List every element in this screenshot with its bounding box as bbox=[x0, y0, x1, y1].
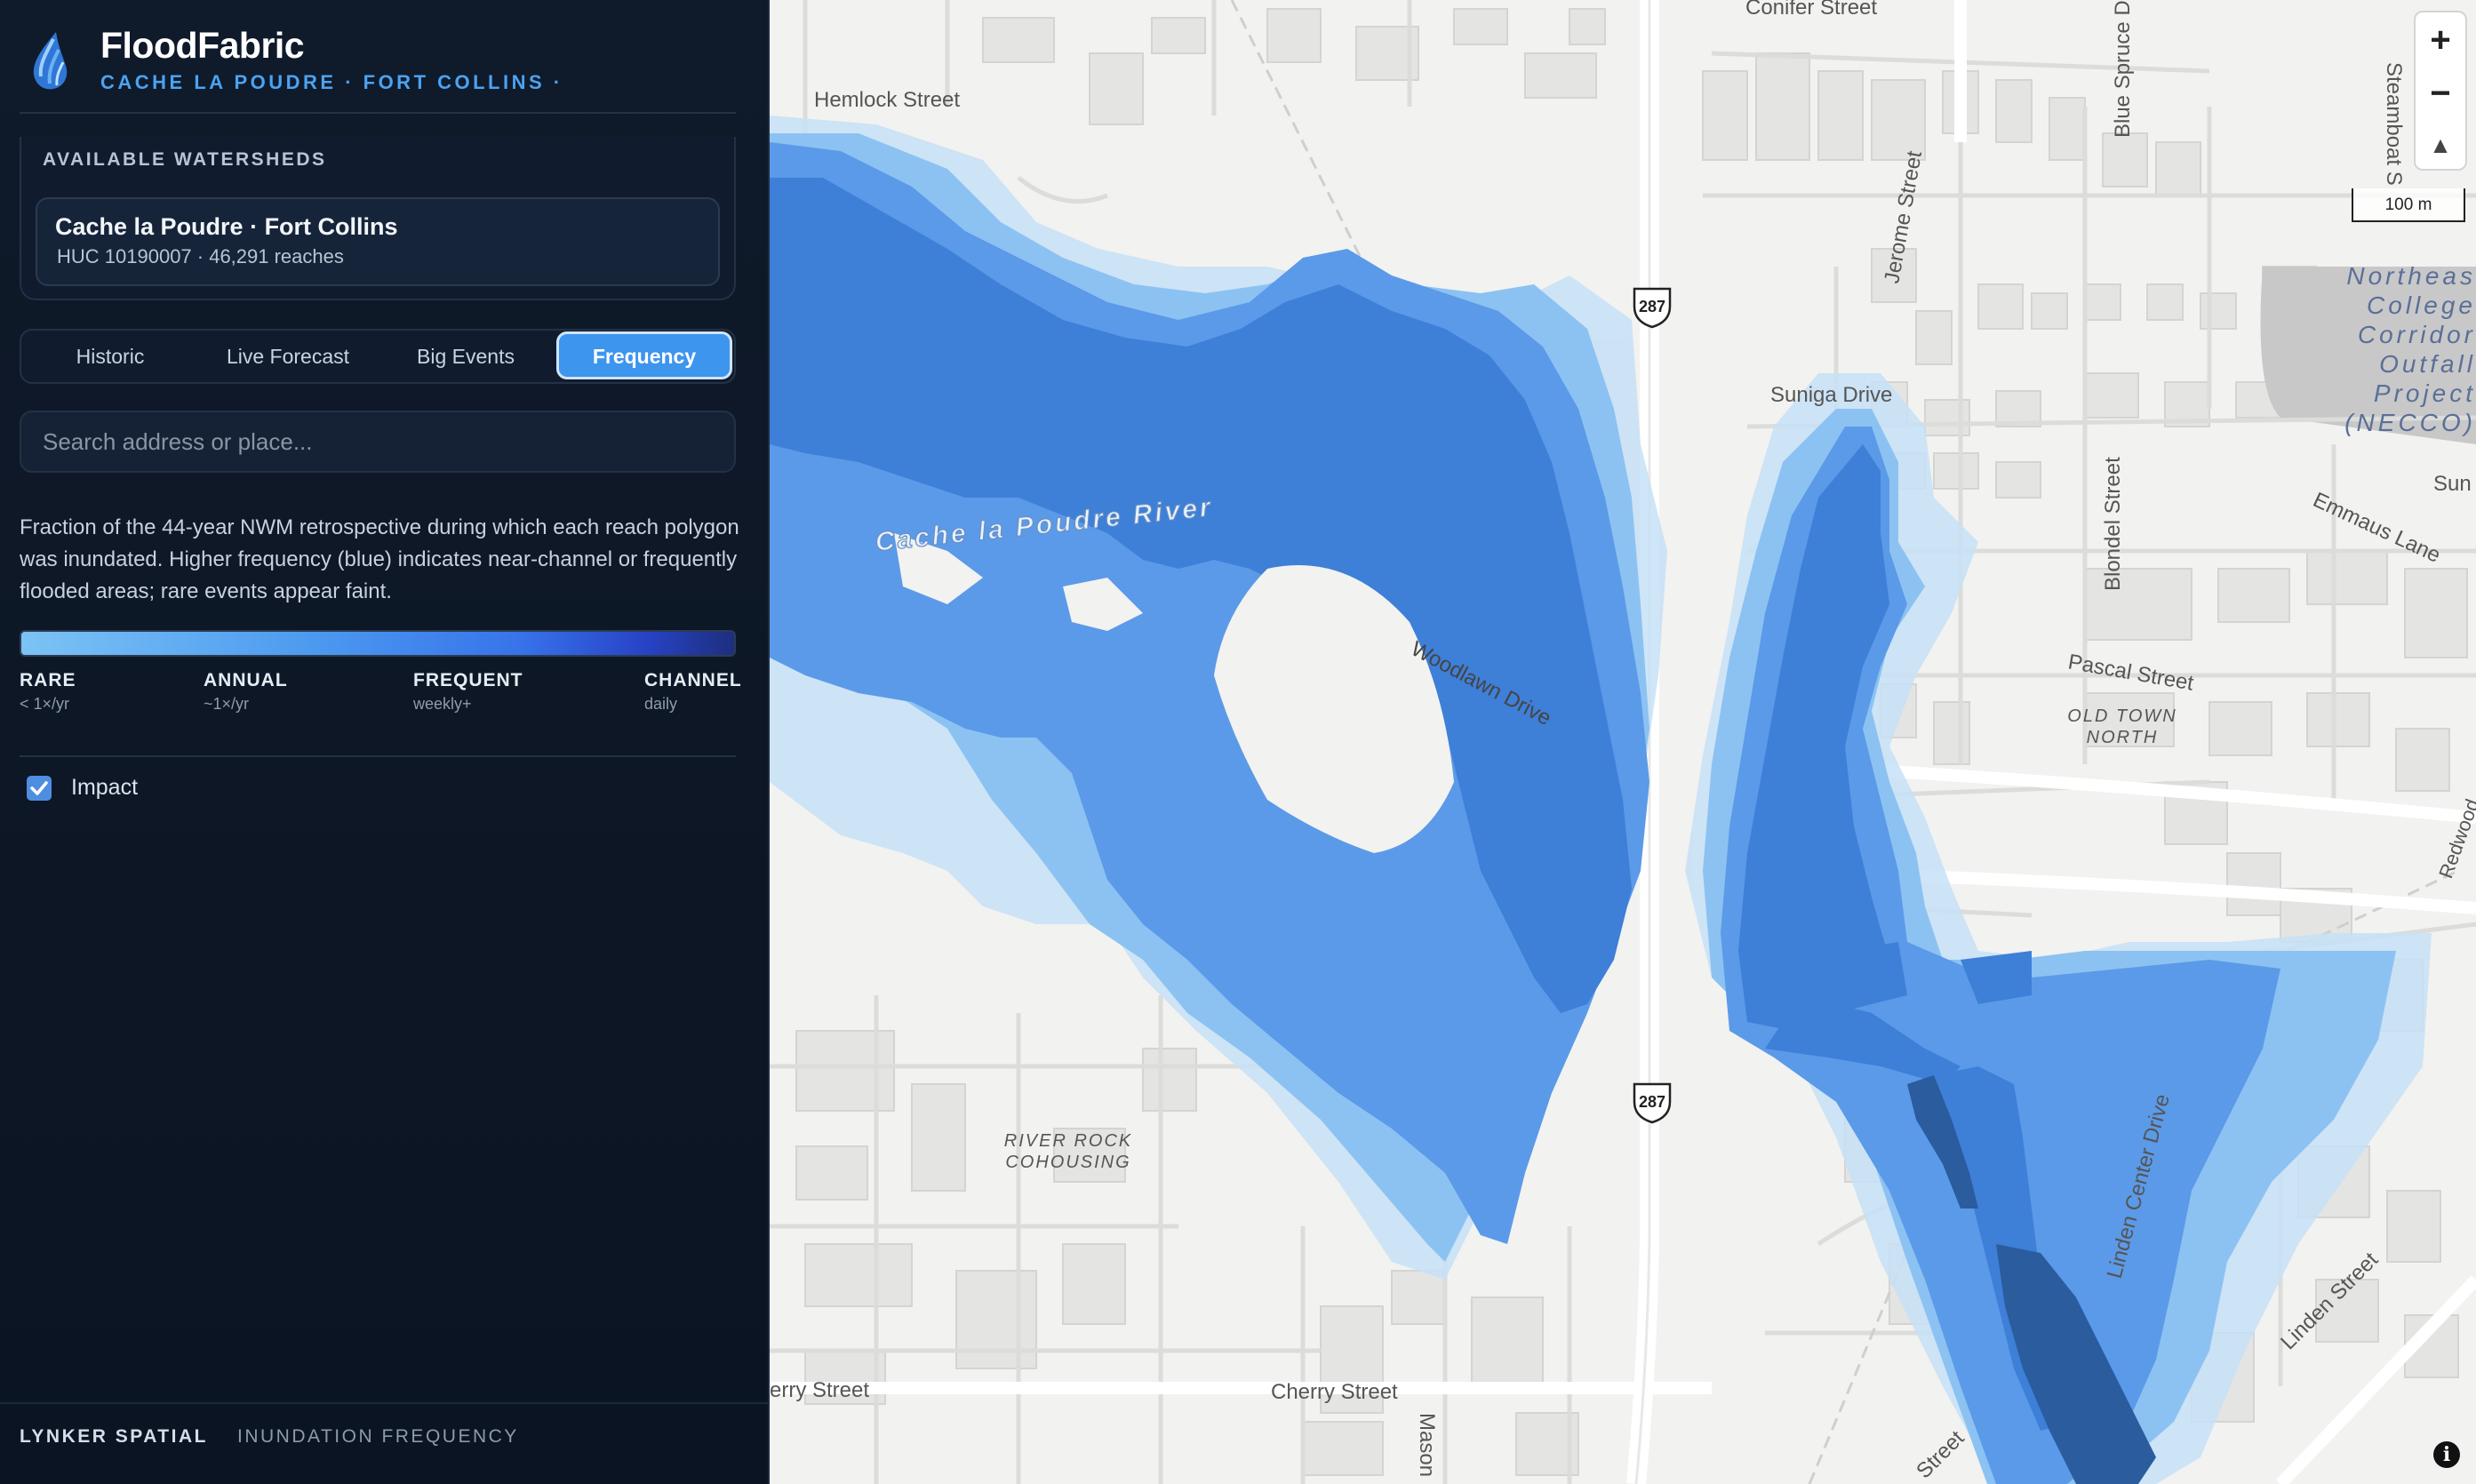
label-river-rock-2: COHOUSING bbox=[1005, 1153, 1130, 1172]
watersheds-title: AVAILABLE WATERSHEDS bbox=[43, 149, 327, 170]
watershed-name: Cache la Poudre · Fort Collins bbox=[55, 213, 398, 240]
footer-divider bbox=[0, 1402, 770, 1404]
label-hemlock-street: Hemlock Street bbox=[814, 88, 960, 112]
us-287-shield-south: 287 bbox=[1633, 1082, 1672, 1124]
label-conifer-street: Conifer Street bbox=[1745, 0, 1877, 20]
legend-label-frequent: FREQUENT bbox=[413, 670, 523, 690]
label-sun: Sun bbox=[2433, 472, 2472, 496]
watershed-card[interactable] bbox=[36, 197, 720, 286]
app-subtitle: CACHE LA POUDRE · FORT COLLINS · bbox=[100, 71, 563, 93]
necco-line-3: Corridor bbox=[2358, 321, 2476, 348]
impact-divider bbox=[20, 755, 736, 757]
label-jerome-street: Jerome Street bbox=[1880, 149, 1927, 285]
impact-label[interactable]: Impact bbox=[71, 775, 138, 801]
tab-live-forecast[interactable]: Live Forecast bbox=[199, 331, 377, 382]
necco-line-6: (NECCO) bbox=[2344, 409, 2476, 436]
info-icon[interactable]: i bbox=[2433, 1441, 2460, 1468]
necco-line-4: Outfall bbox=[2379, 350, 2476, 378]
label-old-town-north-2: NORTH bbox=[2087, 728, 2159, 747]
legend-label-channel: CHANNEL bbox=[644, 670, 742, 690]
necco-line-1: Northeas bbox=[2346, 262, 2476, 290]
sidebar: FloodFabric CACHE LA POUDRE · FORT COLLI… bbox=[0, 0, 770, 1484]
frequency-legend-bar bbox=[20, 630, 736, 657]
map-view[interactable]: 287 287 Conifer Street Hemlock Street Bl… bbox=[770, 0, 2476, 1484]
label-cherry-left: erry Street bbox=[770, 1378, 869, 1402]
water-drop-logo-icon bbox=[33, 32, 68, 90]
zoom-in-button[interactable]: + bbox=[2416, 14, 2465, 66]
frequency-description: Fraction of the 44-year NWM retrospectiv… bbox=[20, 515, 739, 603]
tab-frequency[interactable]: Frequency bbox=[556, 331, 732, 379]
legend-sub-rare: < 1×/yr bbox=[20, 695, 70, 713]
label-cherry-street: Cherry Street bbox=[1271, 1380, 1398, 1404]
impact-checkbox[interactable] bbox=[27, 776, 52, 801]
map-scale-bar: 100 m bbox=[2352, 188, 2465, 222]
app-title: FloodFabric bbox=[100, 25, 305, 66]
map-canvas[interactable]: 287 287 Conifer Street Hemlock Street Bl… bbox=[770, 0, 2476, 1484]
label-steamboat: Steamboat S bbox=[2382, 62, 2406, 186]
check-icon bbox=[30, 781, 48, 795]
label-old-town-north-1: OLD TOWN bbox=[2067, 706, 2176, 726]
necco-line-5: Project bbox=[2374, 379, 2476, 407]
legend-label-annual: ANNUAL bbox=[204, 670, 288, 690]
zoom-out-button[interactable]: − bbox=[2416, 68, 2465, 119]
footer-product: INUNDATION FREQUENCY bbox=[237, 1426, 519, 1447]
necco-line-2: College bbox=[2367, 291, 2476, 319]
tab-historic[interactable]: Historic bbox=[21, 331, 199, 382]
legend-sub-annual: ~1×/yr bbox=[204, 695, 250, 713]
header-divider bbox=[20, 112, 736, 114]
route-shield-label-south: 287 bbox=[1639, 1093, 1665, 1111]
watershed-meta: HUC 10190007 · 46,291 reaches bbox=[57, 245, 344, 267]
legend-sub-channel: daily bbox=[644, 695, 678, 713]
search-input[interactable] bbox=[20, 411, 736, 473]
label-street-br: Street bbox=[1912, 1426, 1969, 1484]
legend-sub-frequent: weekly+ bbox=[413, 695, 472, 713]
us-287-shield-north: 287 bbox=[1633, 287, 1672, 329]
tab-big-events[interactable]: Big Events bbox=[377, 331, 555, 382]
label-blue-spruce: Blue Spruce D bbox=[2111, 0, 2135, 138]
route-shield-label-north: 287 bbox=[1639, 298, 1665, 315]
legend-label-rare: RARE bbox=[20, 670, 76, 690]
footer-brand: LYNKER SPATIAL bbox=[20, 1426, 208, 1447]
label-suniga-drive: Suniga Drive bbox=[1770, 383, 1892, 407]
label-river-rock-1: RIVER ROCK bbox=[1004, 1131, 1132, 1151]
label-mason: Mason bbox=[1415, 1413, 1439, 1477]
label-blondel-street: Blondel Street bbox=[2101, 457, 2125, 591]
compass-icon[interactable]: ▲ bbox=[2416, 119, 2465, 171]
